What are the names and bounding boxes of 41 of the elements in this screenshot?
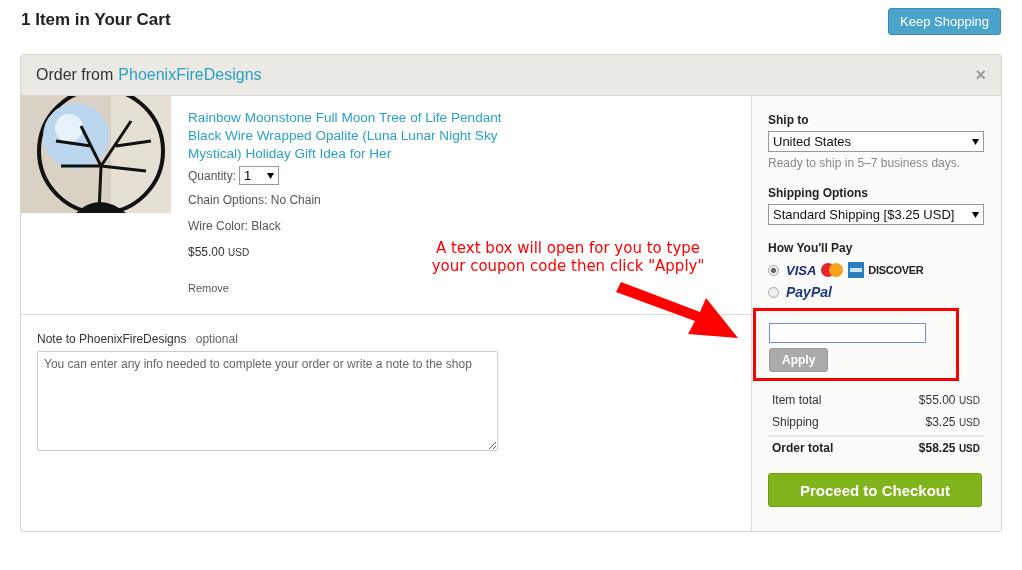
keep-shopping-button[interactable]: Keep Shopping bbox=[888, 8, 1001, 35]
optional-label: optional bbox=[195, 332, 238, 346]
card-logo-icon bbox=[820, 262, 845, 278]
checkout-button[interactable]: Proceed to Checkout bbox=[768, 473, 982, 507]
ship-time-text: Ready to ship in 5–7 business days. bbox=[768, 156, 962, 170]
card-logo-icon bbox=[848, 262, 865, 278]
order-from-label: Order from bbox=[36, 66, 114, 84]
arrow-icon bbox=[616, 282, 738, 340]
item-option: Chain Options: No Chain bbox=[188, 193, 321, 207]
quantity-dropdown[interactable]: 1 bbox=[239, 166, 280, 185]
item-price: $55.00 USD bbox=[188, 245, 250, 259]
paypal-logo: PayPal bbox=[786, 284, 832, 300]
remove-link[interactable]: Remove bbox=[188, 282, 229, 294]
total-amount: $55.00 USD bbox=[918, 393, 980, 407]
shipping-dropdown[interactable]: Standard Shipping [$3.25 USD] bbox=[768, 204, 984, 225]
caret-icon bbox=[267, 172, 275, 179]
caret-icon bbox=[972, 138, 979, 145]
item-title-link[interactable]: Rainbow Moonstone Full Moon Tree of Life Pendant Black Wire Wrapped Opalite (Luna Lunar Night Sky Mystical) Holiday Gift Idea for Her bbox=[188, 109, 506, 163]
radio-button[interactable] bbox=[768, 286, 779, 298]
cart-title: 1 Item in Your Cart bbox=[21, 10, 171, 30]
shop-link[interactable]: PhoenixFireDesigns bbox=[118, 66, 262, 84]
total-amount: $3.25 USD bbox=[925, 415, 980, 429]
radio-button[interactable] bbox=[768, 264, 779, 276]
quantity-label: Quantity: bbox=[188, 168, 237, 183]
total-label: Shipping bbox=[772, 415, 819, 429]
note-label: Note to PhoenixFireDesigns bbox=[37, 332, 187, 346]
annotation-text: A text box will open for you to type your coupon code then click "Apply" bbox=[430, 239, 706, 275]
total-label: Item total bbox=[772, 393, 822, 407]
ship-to-label: Ship to bbox=[768, 113, 810, 127]
discover-logo: DISCOVER bbox=[868, 264, 924, 276]
total-amount: $58.25 USD bbox=[918, 441, 980, 455]
item-option: Wire Color: Black bbox=[188, 219, 281, 233]
country-dropdown[interactable]: United States bbox=[768, 131, 984, 152]
coupon-field[interactable] bbox=[769, 323, 926, 343]
visa-logo: VISA bbox=[786, 262, 817, 278]
note-field[interactable]: You can enter any info needed to complete your order or write a note to the shop bbox=[37, 351, 498, 451]
shipping-options-label: Shipping Options bbox=[768, 186, 869, 200]
caret-icon bbox=[972, 211, 979, 218]
payment-label: How You'll Pay bbox=[768, 241, 854, 255]
close-icon[interactable]: × bbox=[975, 64, 986, 86]
total-label: Order total bbox=[772, 441, 834, 455]
